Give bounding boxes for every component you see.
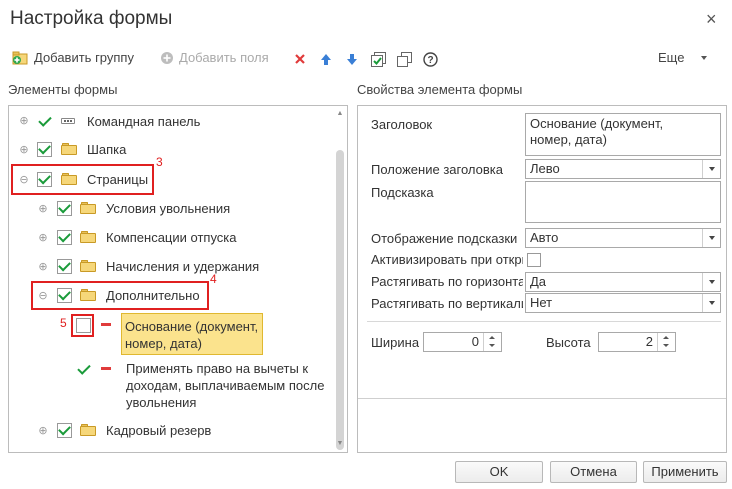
spinner-arrows-icon[interactable] [483,333,501,351]
folder-icon [80,202,96,214]
help-icon[interactable]: ? [422,51,438,67]
stretch-h-label: Растягивать по горизонтали [371,274,523,289]
move-up-icon[interactable] [318,51,334,67]
checkbox-deductions[interactable] [77,362,91,376]
tree-item-label[interactable]: Применять право на вычеты к доходам, вып… [126,360,324,411]
width-spinner[interactable]: 0 [423,332,502,352]
stretch-v-label: Растягивать по вертикали [371,296,523,311]
tree-item-label[interactable]: Шапка [87,142,126,157]
right-panel-title: Свойства элемента формы [357,82,523,97]
chevron-down-icon [701,55,708,60]
add-group-button[interactable]: Добавить группу [12,50,134,65]
chevron-down-icon[interactable] [702,229,720,247]
stretch-v-value: Нет [530,295,553,310]
activate-label: Активизировать при откры [371,252,523,267]
expand-icon[interactable]: ⊕ [19,145,29,156]
title-position-label: Положение заголовка [371,162,503,177]
folder-icon [80,231,96,243]
folder-icon [61,143,77,155]
checkbox-accruals[interactable] [57,259,72,274]
chevron-down-icon[interactable] [702,160,720,178]
stretch-h-select[interactable]: Да [525,272,721,292]
spinner-arrows-icon[interactable] [657,333,675,351]
activate-checkbox[interactable] [527,253,541,267]
chevron-down-icon[interactable] [702,294,720,312]
check-all-icon[interactable] [370,51,386,67]
divider [367,321,721,322]
checkbox-command-bar[interactable] [38,114,52,128]
move-down-icon[interactable] [344,51,360,67]
field-dash-icon [101,367,111,370]
add-fields-label: Добавить поля [179,50,269,65]
hint-display-select[interactable]: Авто [525,228,721,248]
tree-item-selected[interactable]: Основание (документ, номер, дата) [121,313,263,355]
tree-item-label[interactable]: Компенсации отпуска [106,230,237,245]
height-value: 2 [645,334,653,349]
expand-icon[interactable]: ⊕ [38,204,48,215]
stretch-v-select[interactable]: Нет [525,293,721,313]
chevron-down-icon[interactable] [702,273,720,291]
hint-field[interactable] [525,181,721,223]
scrollbar-thumb[interactable] [336,150,344,450]
annotation-box-3 [11,164,154,195]
hint-display-label: Отображение подсказки [371,231,518,246]
delete-icon[interactable] [292,51,308,67]
more-menu[interactable]: Еще [658,50,708,65]
cancel-button[interactable]: Отмена [550,461,637,483]
stretch-h-value: Да [530,274,547,289]
checkbox-dismissal-terms[interactable] [57,201,72,216]
expand-icon[interactable]: ⊕ [19,116,29,127]
height-spinner[interactable]: 2 [598,332,676,352]
scroll-down-icon[interactable]: ▼ [336,440,344,448]
annotation-number-5: 5 [60,316,67,330]
tree-item-label[interactable]: Кадровый резерв [106,423,211,438]
expand-icon[interactable]: ⊕ [38,262,48,273]
folder-icon [80,424,96,436]
tree-item-label: Основание (документ, номер, дата) [125,319,259,351]
checkbox-header[interactable] [37,142,52,157]
height-label: Высота [546,335,591,350]
folder-icon [80,260,96,272]
hint-label: Подсказка [371,185,434,200]
tree-scrollbar[interactable]: ▲ ▼ [336,110,344,450]
hint-display-value: Авто [530,230,559,245]
copy-icon[interactable] [396,51,412,67]
expand-icon[interactable]: ⊕ [38,233,48,244]
apply-button[interactable]: Применить [643,461,727,483]
field-dash-icon [101,323,111,326]
close-icon[interactable]: × [706,10,717,28]
expand-icon[interactable]: ⊕ [38,426,48,437]
annotation-box-4 [31,281,209,310]
svg-text:?: ? [427,55,433,66]
tree-item-label[interactable]: Условия увольнения [106,201,230,216]
title-field[interactable]: Основание (документ, номер, дата) [525,113,721,156]
checkbox-talent-pool[interactable] [57,423,72,438]
divider [358,398,726,399]
window-title: Настройка формы [10,8,173,29]
add-group-icon [12,51,28,65]
title-label: Заголовок [371,117,433,132]
command-bar-icon [61,118,75,124]
checkbox-vacation-comp[interactable] [57,230,72,245]
left-panel-title: Элементы формы [8,82,118,97]
width-value: 0 [471,334,479,349]
title-position-select[interactable]: Лево [525,159,721,179]
add-group-label: Добавить группу [34,50,134,65]
annotation-number-3: 3 [156,155,163,169]
tree-item-label[interactable]: Начисления и удержания [106,259,259,274]
annotation-number-4: 4 [210,272,217,286]
add-fields-button[interactable]: Добавить поля [160,50,269,65]
width-label: Ширина [371,335,420,350]
checkbox-basis[interactable] [76,318,91,333]
more-label: Еще [658,50,685,65]
scroll-up-icon[interactable]: ▲ [336,110,344,118]
ok-button[interactable]: OK [455,461,543,483]
add-fields-icon [161,51,173,64]
title-position-value: Лево [530,161,560,176]
toolbar: Добавить группу Добавить поля ? Еще [0,48,732,72]
tree-item-label[interactable]: Командная панель [87,114,200,129]
